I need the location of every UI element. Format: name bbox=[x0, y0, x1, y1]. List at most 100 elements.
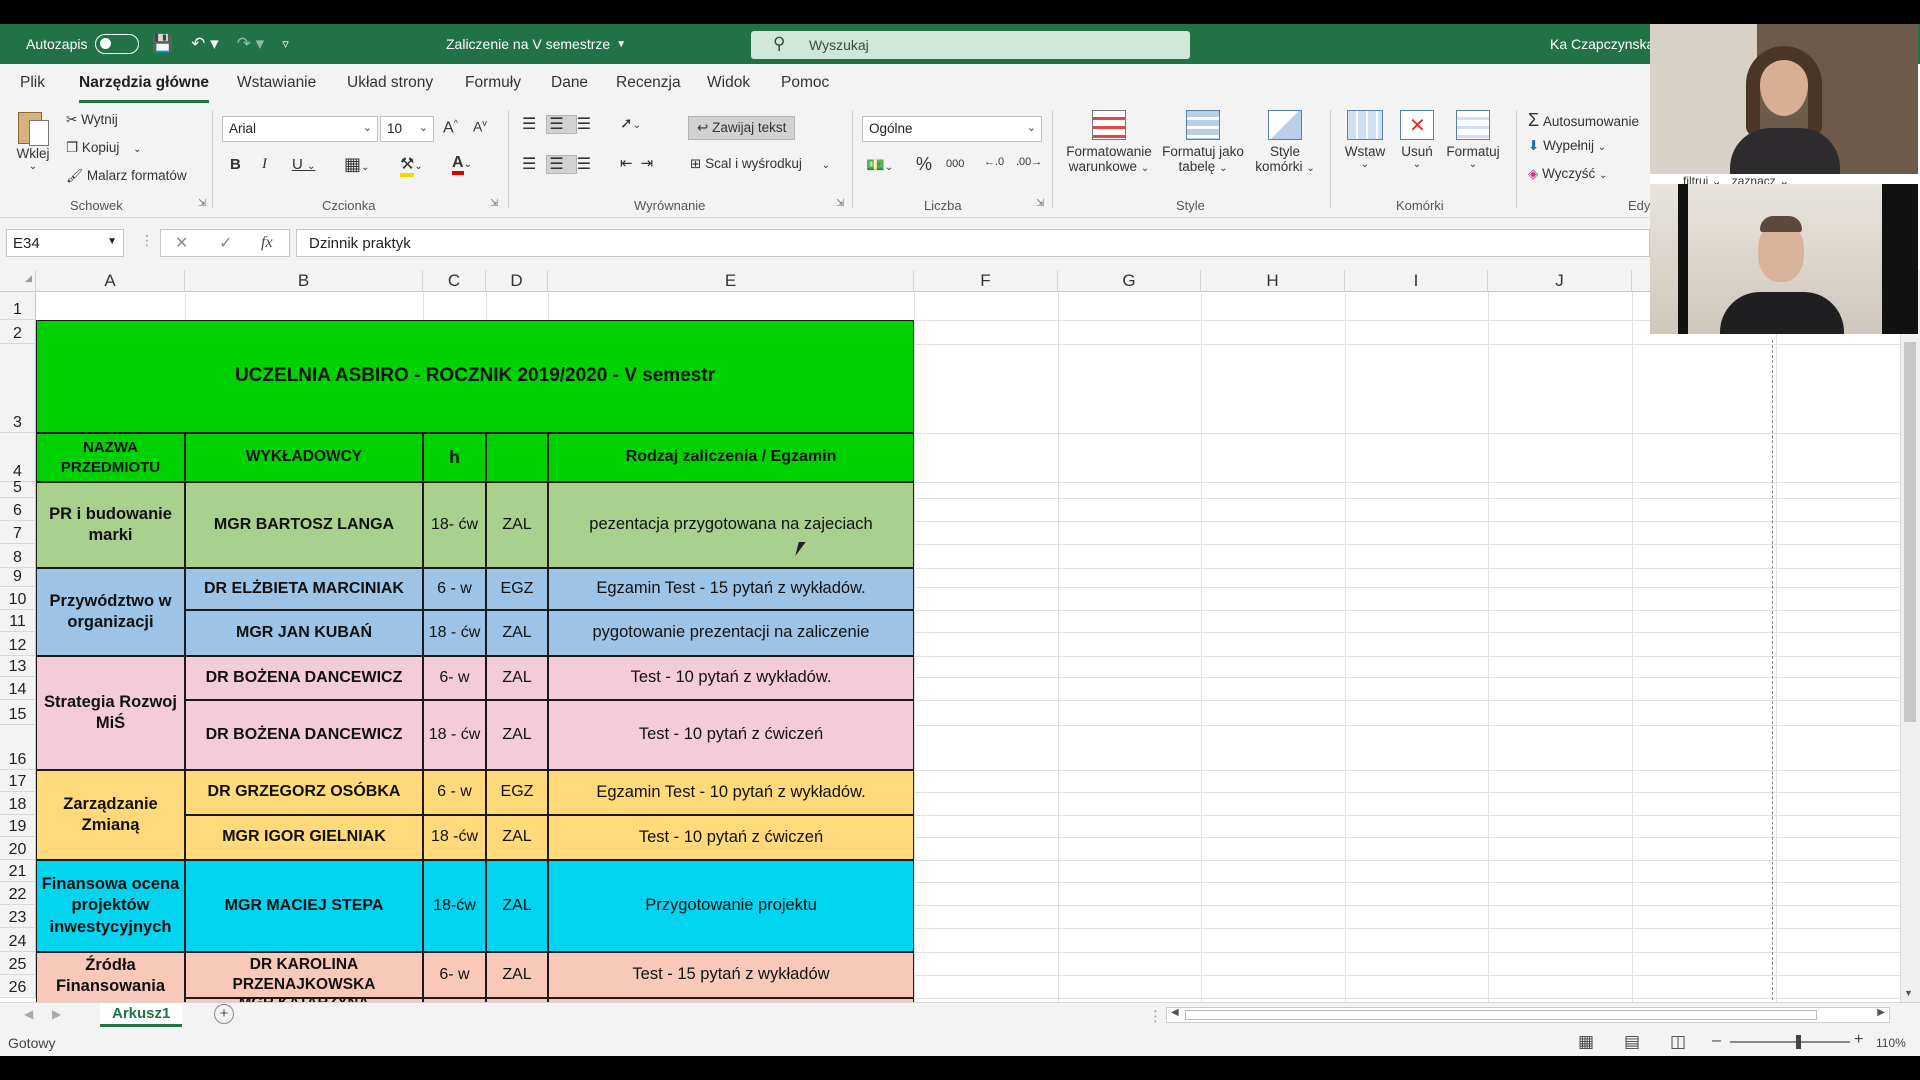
format-cells-button[interactable]: Formatuj ⌄ bbox=[1444, 110, 1502, 170]
formula-input[interactable]: Dzinnik praktyk bbox=[296, 229, 1650, 257]
font-color-icon[interactable]: A⌄ bbox=[452, 154, 472, 175]
row-header[interactable]: 21 bbox=[0, 860, 36, 882]
normal-view-icon[interactable]: ▦ bbox=[1578, 1032, 1594, 1052]
scroll-thumb[interactable] bbox=[1185, 1010, 1817, 1020]
column-header[interactable]: B bbox=[185, 270, 423, 292]
lecturer-cell[interactable]: MGR JAN KUBAŃ bbox=[185, 610, 423, 656]
column-header[interactable]: H bbox=[1201, 270, 1345, 292]
row-header[interactable]: 1 bbox=[0, 292, 36, 320]
cancel-icon[interactable]: ✕ bbox=[175, 233, 188, 253]
cell-styles-button[interactable]: Style komórki ⌄ bbox=[1250, 110, 1320, 174]
horizontal-align-icons[interactable]: ☰ ☰ ☰ bbox=[522, 154, 601, 174]
hours-cell[interactable]: 6 - w bbox=[423, 770, 486, 815]
search-box[interactable]: ⚲ Wyszukaj bbox=[751, 31, 1190, 59]
row-header[interactable]: 8 bbox=[0, 544, 36, 568]
row-header[interactable]: 18 bbox=[0, 792, 36, 815]
autosave-toggle[interactable] bbox=[95, 34, 140, 54]
bold-button[interactable]: B bbox=[230, 156, 241, 173]
delete-cells-button[interactable]: ✕ Usuń ⌄ bbox=[1394, 110, 1440, 170]
tab-view[interactable]: Widok bbox=[707, 74, 750, 92]
tab-review[interactable]: Recenzja bbox=[616, 74, 681, 92]
type-cell[interactable]: ZAL bbox=[486, 815, 548, 860]
indent-icons[interactable]: ⇤⇥ bbox=[620, 154, 661, 172]
merge-center-button[interactable]: ⊞ Scal i wyśrodkuj ⌄ bbox=[690, 156, 830, 172]
next-sheet-icon[interactable]: ▶ bbox=[52, 1007, 61, 1021]
center-align-icon[interactable]: ☰ bbox=[546, 155, 577, 174]
accounting-icon[interactable]: 💵⌄ bbox=[866, 156, 893, 174]
lecturer-cell[interactable]: DR KAROLINA PRZENAJKOWSKA bbox=[185, 952, 423, 998]
add-sheet-icon[interactable]: + bbox=[214, 1004, 234, 1024]
clear-button[interactable]: ◈ Wyczyść ⌄ bbox=[1528, 166, 1607, 182]
row-header[interactable]: 3 bbox=[0, 344, 36, 433]
lecturer-cell[interactable]: MGR BARTOSZ LANGA bbox=[185, 482, 423, 568]
exam-cell[interactable]: pezentacja przygotowana na zajeciach bbox=[548, 482, 914, 568]
exam-cell[interactable]: Test - 10 pytań z ćwiczeń bbox=[548, 700, 914, 770]
hours-cell[interactable]: 18-ćw bbox=[423, 860, 486, 952]
undo-icon[interactable]: ↶ ▾ bbox=[191, 34, 219, 54]
font-name-select[interactable]: Arial ⌄ bbox=[222, 116, 378, 142]
zoom-level[interactable]: 110% bbox=[1876, 1036, 1906, 1050]
subject-cell[interactable]: Źródła Finansowania bbox=[36, 952, 185, 1002]
sheet-tab-arkusz1[interactable]: Arkusz1 bbox=[100, 1003, 183, 1027]
scroll-thumb[interactable] bbox=[1904, 342, 1916, 722]
comma-style-icon[interactable]: 000 bbox=[946, 158, 964, 170]
header-subject[interactable]: NAZWA PRZEDMIOTU bbox=[36, 433, 185, 482]
header-type[interactable] bbox=[486, 433, 548, 482]
type-cell[interactable]: ZAL bbox=[486, 952, 548, 998]
row-header[interactable]: 20 bbox=[0, 837, 36, 860]
insert-function-icon[interactable]: fx bbox=[261, 234, 273, 252]
type-cell[interactable]: ZAL bbox=[486, 860, 548, 952]
name-box[interactable]: E34 ▼ bbox=[6, 229, 124, 257]
header-exam[interactable]: Rodzaj zaliczenia / Egzamin bbox=[548, 433, 914, 482]
column-header[interactable]: A bbox=[36, 270, 185, 292]
hours-cell[interactable]: 6- w bbox=[423, 952, 486, 998]
column-header[interactable]: J bbox=[1488, 270, 1632, 292]
format-as-table-button[interactable]: Formatuj jako tabelę ⌄ bbox=[1160, 110, 1246, 174]
row-header[interactable]: 26 bbox=[0, 975, 36, 998]
hours-cell[interactable]: 18- ćw bbox=[423, 482, 486, 568]
underline-button[interactable]: U ⌄ bbox=[292, 156, 315, 173]
autosum-button[interactable]: Σ Autosumowanie bbox=[1528, 110, 1639, 131]
autosave[interactable]: Autozapis bbox=[26, 24, 140, 64]
row-header[interactable]: 17 bbox=[0, 770, 36, 792]
row-header[interactable]: 5 bbox=[0, 479, 36, 498]
column-header[interactable]: I bbox=[1345, 270, 1488, 292]
decrease-decimal-icon[interactable]: .00→ bbox=[1016, 156, 1042, 168]
format-painter-button[interactable]: 🖌 Malarz formatów bbox=[66, 168, 187, 184]
tab-formulas[interactable]: Formuły bbox=[465, 74, 521, 92]
borders-icon[interactable]: ▦⌄ bbox=[344, 154, 369, 175]
row-header[interactable]: 7 bbox=[0, 521, 36, 544]
vertical-scrollbar[interactable]: ▲ ▼ bbox=[1900, 270, 1920, 1002]
type-cell[interactable]: ZAL bbox=[486, 656, 548, 700]
customize-toolbar-icon[interactable]: ▿ bbox=[282, 36, 289, 52]
row-header[interactable]: 2 bbox=[0, 320, 36, 344]
dialog-launcher-icon[interactable]: ⇲ bbox=[836, 198, 844, 209]
prev-sheet-icon[interactable]: ◀ bbox=[24, 1007, 33, 1021]
row-header[interactable]: 22 bbox=[0, 882, 36, 905]
dialog-launcher-icon[interactable]: ⇲ bbox=[1036, 198, 1044, 209]
tab-insert[interactable]: Wstawianie bbox=[237, 74, 316, 92]
column-header[interactable]: G bbox=[1058, 270, 1201, 292]
row-header[interactable]: 16 bbox=[0, 725, 36, 770]
row-header[interactable]: 25 bbox=[0, 952, 36, 975]
exam-cell[interactable]: Test - 10 pytań z ćwiczeń bbox=[548, 815, 914, 860]
paste-button[interactable]: Wklej ⌄ bbox=[16, 108, 50, 172]
wrap-text-button[interactable]: ↩ Zawijaj tekst bbox=[688, 116, 796, 140]
save-icon[interactable]: 💾 bbox=[152, 34, 173, 54]
subject-cell[interactable]: PR i budowanie marki bbox=[36, 482, 185, 568]
exam-cell[interactable]: Przygotowanie projektu bbox=[548, 860, 914, 952]
tab-data[interactable]: Dane bbox=[551, 74, 588, 92]
tab-page-layout[interactable]: Układ strony bbox=[347, 74, 433, 92]
tab-file[interactable]: Plik bbox=[20, 74, 45, 92]
row-header[interactable]: 14 bbox=[0, 677, 36, 700]
scroll-left-icon[interactable]: ◀ bbox=[1171, 1007, 1179, 1018]
enter-icon[interactable]: ✓ bbox=[219, 233, 232, 253]
lecturer-cell[interactable]: DR GRZEGORZ OSÓBKA bbox=[185, 770, 423, 815]
page-layout-view-icon[interactable]: ▤ bbox=[1624, 1032, 1640, 1052]
cut-button[interactable]: ✂ Wytnij bbox=[66, 112, 118, 128]
page-break-view-icon[interactable]: ◫ bbox=[1670, 1032, 1686, 1052]
middle-align-icon[interactable]: ☰ bbox=[546, 115, 577, 134]
row-header[interactable]: 13 bbox=[0, 656, 36, 677]
lecturer-cell[interactable]: DR BOŻENA DANCEWICZ bbox=[185, 656, 423, 700]
row-header[interactable]: 4 bbox=[0, 433, 36, 482]
